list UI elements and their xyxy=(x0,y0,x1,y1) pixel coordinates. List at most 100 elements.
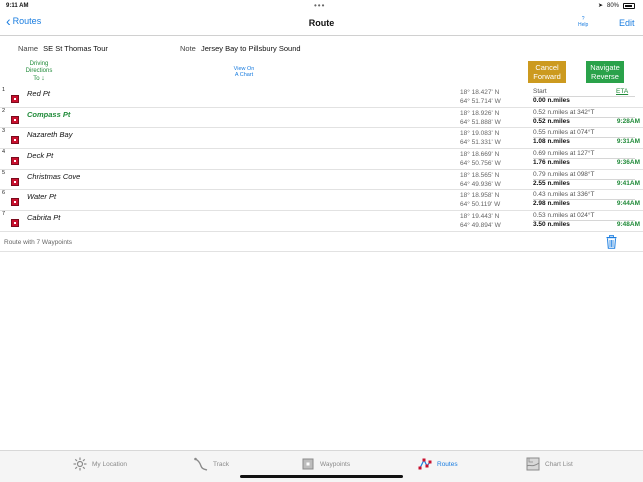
status-bar: 9:11 AM ••• ➤ 80% xyxy=(0,0,643,12)
waypoint-number: 6 xyxy=(2,190,6,197)
location-arrow-icon: ➤ xyxy=(597,3,603,9)
waypoint-total-distance: 0.52 n.miles xyxy=(533,117,570,125)
route-summary-row: Route with 7 Waypoints xyxy=(0,234,643,252)
route-summary: Route with 7 Waypoints xyxy=(4,239,73,246)
tab-label: Chart List xyxy=(545,460,573,468)
route-note-value: Jersey Bay to Pillsbury Sound xyxy=(200,44,301,53)
navigate-line-2: Reverse xyxy=(591,72,619,81)
waypoint-total-distance: 2.55 n.miles xyxy=(533,179,570,187)
waypoint-latitude: 18° 18.565' N xyxy=(460,171,500,179)
edit-button[interactable]: Edit xyxy=(619,18,635,28)
route-name-field[interactable]: Name SE St Thomas Tour xyxy=(18,44,108,53)
waypoint-name: Cabrita Pt xyxy=(27,213,61,223)
route-name-label: Name xyxy=(18,44,39,53)
waypoint-latitude: 18° 19.443' N xyxy=(460,213,500,221)
table-row[interactable]: 5 Christmas Cove 18° 18.565' N 64° 49.93… xyxy=(0,170,643,191)
eta-header[interactable]: ETA xyxy=(616,88,628,95)
help-button[interactable]: ? Help xyxy=(578,16,588,28)
driving-line-1: Driving xyxy=(29,61,49,67)
waypoint-leg: 0.53 n.miles at 024°T xyxy=(533,212,595,220)
waypoint-marker-icon xyxy=(11,115,19,124)
waypoint-square-icon xyxy=(302,458,314,470)
waypoint-number: 2 xyxy=(2,107,6,114)
tab-waypoints[interactable]: Waypoints xyxy=(301,457,350,471)
waypoint-total-distance: 3.50 n.miles xyxy=(533,221,570,229)
navigate-reverse-button[interactable]: Navigate Reverse xyxy=(586,61,624,83)
route-note-field[interactable]: Note Jersey Bay to Pillsbury Sound xyxy=(180,44,301,53)
tab-chart-list[interactable]: Chart List xyxy=(526,457,573,471)
waypoint-leg: 0.55 n.miles at 074°T xyxy=(533,129,595,137)
multitask-dots-icon[interactable]: ••• xyxy=(314,1,325,10)
table-row[interactable]: 3 Nazareth Bay 18° 19.083' N 64° 51.331'… xyxy=(0,128,643,150)
cancel-line-2: Forward xyxy=(533,72,561,81)
view-on-chart-button[interactable]: View On A Chart xyxy=(229,66,259,78)
driving-line-2: Directions xyxy=(25,68,53,74)
waypoint-marker-icon xyxy=(11,95,19,103)
waypoint-total-distance: 2.98 n.miles xyxy=(533,200,570,208)
waypoint-name: Water Pt xyxy=(27,192,57,202)
tab-routes[interactable]: Routes xyxy=(418,457,458,471)
waypoint-leg: 0.43 n.miles at 336°T xyxy=(533,191,595,199)
waypoint-name: Nazareth Bay xyxy=(27,130,73,140)
navigation-bar: ‹ Routes Route ? Help Edit xyxy=(0,12,643,36)
tab-my-location[interactable]: My Location xyxy=(73,457,127,471)
trash-icon[interactable] xyxy=(606,235,617,249)
table-row[interactable]: 7 Cabrita Pt 18° 19.443' N 64° 49.894' W… xyxy=(0,211,643,232)
waypoint-total-distance: 0.00 n.miles xyxy=(533,97,570,104)
waypoint-longitude: 64° 49.894' W xyxy=(460,222,501,230)
waypoint-longitude: 64° 49.936' W xyxy=(460,180,501,188)
waypoint-longitude: 64° 51.331' W xyxy=(460,139,501,147)
waypoint-marker-icon xyxy=(11,219,19,228)
page-title: Route xyxy=(308,18,335,28)
waypoint-latitude: 18° 18.669' N xyxy=(460,151,500,159)
waypoint-name-current: Compass Pt xyxy=(27,109,71,119)
cancel-line-1: Cancel xyxy=(535,63,559,72)
waypoint-eta: 9:44AM xyxy=(616,200,640,208)
sun-location-icon xyxy=(73,457,87,471)
status-time: 9:11 AM xyxy=(6,3,29,9)
route-icon xyxy=(418,458,432,470)
waypoint-name: Deck Pt xyxy=(27,151,54,161)
track-icon xyxy=(194,457,208,471)
waypoint-longitude: 64° 50.119' W xyxy=(460,201,501,209)
driving-directions-button[interactable]: Driving Directions To ↓ xyxy=(22,61,56,83)
waypoint-marker-icon xyxy=(11,136,19,145)
waypoint-eta: 9:28AM xyxy=(616,117,640,125)
waypoint-list: 1 Red Pt 18° 18.427' N 64° 51.714' W Sta… xyxy=(0,87,643,232)
driving-line-3: To xyxy=(33,76,40,82)
tab-label: Waypoints xyxy=(320,460,351,468)
waypoint-latitude: 18° 18.427' N xyxy=(460,89,500,96)
route-name-value: SE St Thomas Tour xyxy=(43,44,108,53)
tab-label: Routes xyxy=(437,460,458,468)
cancel-forward-button[interactable]: Cancel Forward xyxy=(528,61,566,83)
table-row[interactable]: 1 Red Pt 18° 18.427' N 64° 51.714' W Sta… xyxy=(0,87,643,108)
waypoint-leg: 0.52 n.miles at 342°T xyxy=(533,108,595,116)
waypoint-marker-icon xyxy=(11,177,19,186)
table-row[interactable]: 2 Compass Pt 18° 18.926' N 64° 51.888' W… xyxy=(0,108,643,129)
home-indicator[interactable] xyxy=(240,475,403,478)
tab-track[interactable]: Track xyxy=(194,457,229,471)
waypoint-leg: 0.79 n.miles at 098°T xyxy=(533,170,595,178)
waypoint-marker-icon xyxy=(11,157,19,166)
chart-list-icon xyxy=(526,457,540,471)
arrow-down-icon: ↓ xyxy=(41,75,45,82)
waypoint-leg: 0.69 n.miles at 127°T xyxy=(533,150,595,158)
waypoint-leg: Start xyxy=(533,88,547,95)
tab-label: Track xyxy=(213,460,230,468)
navigate-line-1: Navigate xyxy=(590,63,620,72)
waypoint-number: 5 xyxy=(2,169,6,176)
tab-label: My Location xyxy=(92,460,128,468)
battery-icon xyxy=(623,2,635,9)
waypoint-total-distance: 1.76 n.miles xyxy=(533,159,570,167)
waypoint-latitude: 18° 18.926' N xyxy=(460,109,500,117)
table-row[interactable]: 6 Water Pt 18° 18.958' N 64° 50.119' W 0… xyxy=(0,190,643,212)
waypoint-longitude: 64° 51.888' W xyxy=(460,118,501,126)
waypoint-marker-icon xyxy=(11,198,19,207)
waypoint-name: Christmas Cove xyxy=(27,171,81,181)
waypoint-eta: 9:41AM xyxy=(616,179,640,187)
waypoint-eta: 9:36AM xyxy=(616,159,640,167)
waypoint-latitude: 18° 19.083' N xyxy=(460,130,500,138)
waypoint-longitude: 64° 50.756' W xyxy=(460,160,501,168)
view-line-2: A Chart xyxy=(234,72,254,78)
table-row[interactable]: 4 Deck Pt 18° 18.669' N 64° 50.756' W 0.… xyxy=(0,149,643,170)
